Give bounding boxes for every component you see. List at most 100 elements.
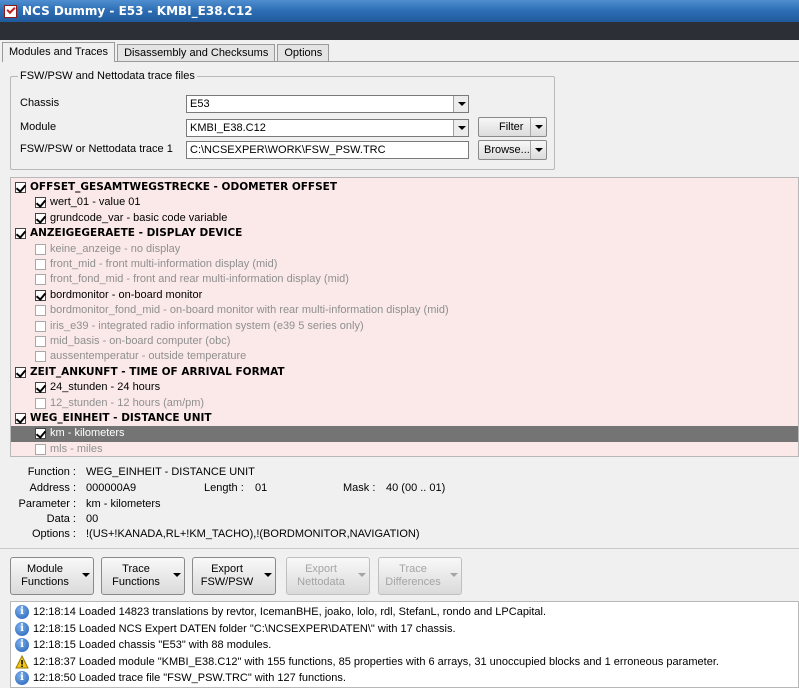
chassis-select[interactable]: E53 [186, 95, 469, 113]
tree-option-row[interactable]: keine_anzeige - no display [11, 242, 798, 257]
tree-row-label: 12_stunden - 12 hours (am/pm) [50, 396, 205, 409]
module-select[interactable]: KMBI_E38.C12 [186, 119, 469, 137]
function-value: WEG_EINHEIT - DISTANCE UNIT [86, 466, 255, 478]
tree-option-row[interactable]: front_fond_mid - front and rear multi-in… [11, 272, 798, 287]
checkbox[interactable] [15, 182, 26, 193]
log-text: 12:18:14 Loaded 14823 translations by re… [33, 606, 547, 618]
chevron-down-icon[interactable] [261, 558, 275, 594]
info-icon: i [15, 621, 29, 636]
tree-option-row[interactable]: bordmonitor_fond_mid - on-board monitor … [11, 303, 798, 318]
group-title: FSW/PSW and Nettodata trace files [18, 70, 197, 82]
button-line-2: FSW/PSW [200, 576, 254, 588]
chevron-down-icon[interactable] [355, 558, 369, 594]
button-line-2: Differences [385, 576, 441, 588]
checkbox[interactable] [35, 212, 46, 224]
chevron-down-icon[interactable] [453, 96, 468, 112]
tree-option-row[interactable]: 24_stunden - 24 hours [11, 380, 798, 395]
tree-option-row[interactable]: iris_e39 - integrated radio information … [11, 319, 798, 334]
app-icon [4, 4, 17, 18]
chevron-down-icon[interactable] [170, 558, 184, 594]
tab-modules-and-traces[interactable]: Modules and Traces [2, 42, 116, 62]
length-label: Length : [204, 482, 244, 494]
details-panel: Function : WEG_EINHEIT - DISTANCE UNIT A… [10, 462, 790, 546]
info-icon: i [15, 638, 29, 652]
data-label: Data : [46, 513, 76, 525]
filter-button[interactable]: Filter [478, 117, 547, 137]
tree-row-label: grundcode_var - basic code variable [50, 211, 228, 224]
tree-option-row[interactable]: km - kilometers [11, 426, 798, 442]
trace-functions-button[interactable]: Trace Functions [101, 557, 185, 595]
function-tree[interactable]: OFFSET_GESAMTWEGSTRECKE - ODOMETER OFFSE… [10, 177, 799, 457]
tree-option-row[interactable]: front_mid - front multi-information disp… [11, 257, 798, 272]
info-icon: i [15, 671, 29, 685]
tree-option-row[interactable]: bordmonitor - on-board monitor [11, 288, 798, 303]
tree-row-label: wert_01 - value 01 [50, 196, 141, 209]
mask-label: Mask : [343, 482, 376, 494]
warning-icon [15, 654, 29, 669]
length-value: 01 [255, 482, 268, 494]
log-text: 12:18:37 Loaded module "KMBI_E38.C12" wi… [33, 655, 719, 668]
tree-option-row[interactable]: wert_01 - value 01 [11, 195, 798, 210]
tree-row-label: iris_e39 - integrated radio information … [50, 319, 364, 332]
checkbox[interactable] [15, 366, 26, 378]
tree-group-row[interactable]: ANZEIGEGERAETE - DISPLAY DEVICE [11, 226, 798, 241]
checkbox[interactable] [35, 351, 46, 363]
checkbox[interactable] [35, 428, 46, 440]
checkbox[interactable] [35, 289, 46, 301]
tree-row-label: ZEIT_ANKUNFT - TIME OF ARRIVAL FORMAT [30, 365, 285, 378]
menu-band [0, 22, 799, 40]
checkbox[interactable] [35, 274, 46, 286]
checkbox[interactable] [35, 259, 46, 270]
checkbox[interactable] [35, 320, 46, 332]
tree-option-row[interactable]: mls - miles [11, 442, 798, 456]
checkbox[interactable] [35, 336, 46, 347]
log-text: 12:18:15 Loaded chassis "E53" with 88 mo… [33, 639, 272, 651]
chevron-down-icon[interactable] [530, 118, 546, 136]
tree-row-label: front_fond_mid - front and rear multi-in… [50, 273, 349, 286]
module-value: KMBI_E38.C12 [190, 122, 266, 134]
checkbox[interactable] [35, 443, 46, 455]
tree-row-label: keine_anzeige - no display [50, 242, 181, 255]
function-label: Function : [27, 466, 76, 478]
checkbox[interactable] [15, 228, 26, 240]
checkbox[interactable] [35, 382, 46, 394]
tree-option-row[interactable]: 12_stunden - 12 hours (am/pm) [11, 396, 798, 411]
checkbox[interactable] [15, 413, 26, 424]
button-line-1: Export [305, 563, 337, 575]
module-functions-button[interactable]: Module Functions [10, 557, 94, 595]
checkbox[interactable] [35, 397, 46, 409]
chevron-down-icon[interactable] [530, 141, 546, 159]
trace-file-input[interactable]: C:\NCSEXPER\WORK\FSW_PSW.TRC [186, 141, 469, 159]
export-fsw-psw-button[interactable]: Export FSW/PSW [192, 557, 276, 595]
checkbox[interactable] [35, 197, 46, 209]
tab-options[interactable]: Options [277, 44, 330, 62]
chassis-label: Chassis [20, 97, 60, 109]
tree-row-label: mid_basis - on-board computer (obc) [50, 335, 231, 347]
trace-label: FSW/PSW or Nettodata trace 1 [20, 143, 173, 155]
tab-strip: Modules and Traces Disassembly and Check… [2, 42, 331, 62]
checkbox[interactable] [35, 243, 46, 255]
browse-button[interactable]: Browse... [478, 140, 547, 160]
tree-option-row[interactable]: mid_basis - on-board computer (obc) [11, 334, 798, 349]
button-line-2: Functions [21, 576, 69, 588]
module-label: Module [20, 121, 57, 133]
checkbox[interactable] [35, 305, 46, 317]
chassis-value: E53 [190, 98, 210, 110]
info-icon: i [15, 605, 29, 619]
button-line-1: Trace [399, 563, 427, 575]
chevron-down-icon[interactable] [453, 120, 468, 136]
chevron-down-icon[interactable] [447, 558, 461, 594]
tree-option-row[interactable]: grundcode_var - basic code variable [11, 211, 798, 226]
tree-group-row[interactable]: ZEIT_ANKUNFT - TIME OF ARRIVAL FORMAT [11, 365, 798, 380]
separator [0, 548, 799, 549]
tab-disassembly-and-checksums[interactable]: Disassembly and Checksums [117, 44, 276, 62]
export-nettodata-button[interactable]: Export Nettodata [286, 557, 370, 595]
data-value: 00 [86, 513, 99, 525]
tree-group-row[interactable]: WEG_EINHEIT - DISTANCE UNIT [11, 411, 798, 426]
chevron-down-icon[interactable] [79, 558, 93, 594]
button-line-1: Trace [122, 563, 150, 575]
log-panel[interactable]: i 12:18:14 Loaded 14823 translations by r… [10, 601, 799, 688]
tree-group-row[interactable]: OFFSET_GESAMTWEGSTRECKE - ODOMETER OFFSE… [11, 180, 798, 195]
tree-option-row[interactable]: aussentemperatur - outside temperature [11, 349, 798, 364]
trace-differences-button[interactable]: Trace Differences [378, 557, 462, 595]
